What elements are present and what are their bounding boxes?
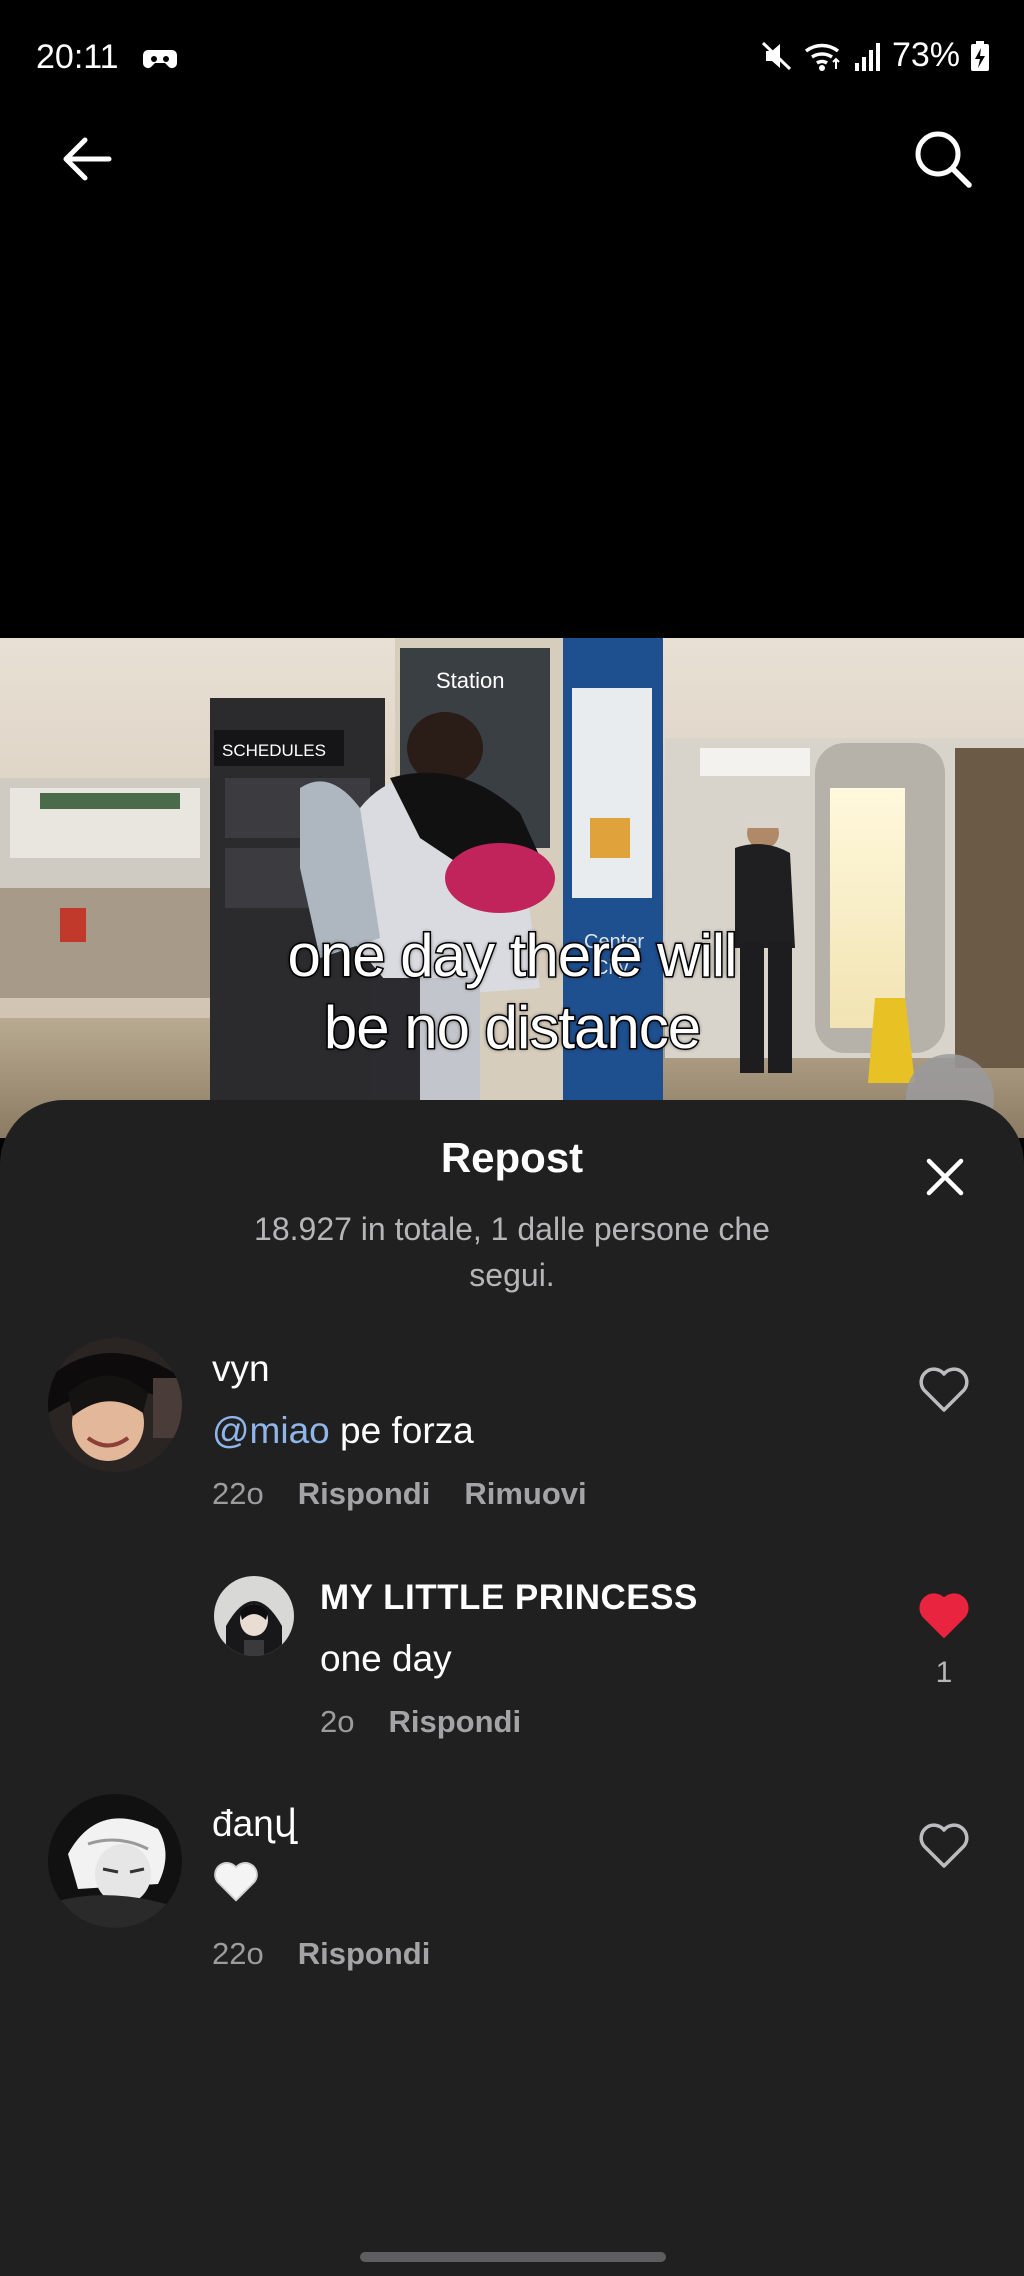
comment-item: vyn @miao pe forza 22o Rispondi Rimuovi — [0, 1338, 1024, 1511]
comment-meta: 22o Rispondi Rimuovi — [212, 1476, 587, 1512]
repost-sheet: Repost 18.927 in totale, 1 dalle persone… — [0, 1100, 1024, 2276]
remove-button[interactable]: Rimuovi — [464, 1476, 586, 1512]
reply-button[interactable]: Rispondi — [298, 1476, 431, 1512]
status-time: 20:11 — [36, 38, 119, 76]
comment-time: 22o — [212, 1936, 264, 1971]
station-sign: Station — [436, 668, 505, 693]
like-button[interactable] — [914, 1360, 974, 1420]
comment-time: 22o — [212, 1476, 264, 1511]
wifi-icon — [804, 43, 840, 71]
comment-time: 2o — [320, 1704, 355, 1739]
signal-icon — [854, 42, 880, 71]
battery-charging-icon — [971, 40, 989, 71]
status-bar: 20:11 73% — [0, 0, 1024, 118]
status-icons: 73% — [760, 36, 990, 75]
search-button[interactable] — [908, 124, 978, 194]
comment-meta: 2o Rispondi — [320, 1704, 521, 1740]
heart-outline-icon — [919, 1367, 969, 1412]
like-count: 1 — [935, 1656, 953, 1689]
comment-item: đaɳվ 🤍 22o Rispondi — [0, 1794, 1024, 1971]
comment-meta: 22o Rispondi — [212, 1936, 430, 1972]
arrow-left-icon — [63, 137, 112, 181]
comment-text: @miao pe forza — [212, 1410, 474, 1452]
like-button[interactable] — [914, 1586, 974, 1646]
reply-button[interactable]: Rispondi — [298, 1936, 431, 1972]
white-heart-emoji-icon — [214, 1862, 258, 1902]
search-icon — [915, 131, 972, 188]
avatar-image — [48, 1794, 182, 1928]
avatar-image — [48, 1338, 182, 1472]
video-caption: one day there will be no distance — [0, 920, 1024, 1064]
game-controller-icon — [143, 50, 177, 68]
like-button[interactable] — [914, 1816, 974, 1876]
back-button[interactable] — [52, 124, 122, 194]
comment-body: one day — [320, 1638, 452, 1679]
mute-icon — [761, 41, 791, 70]
comment-username[interactable]: vyn — [212, 1348, 270, 1390]
video-caption-line-1: one day there will — [286, 921, 739, 991]
comment-body: pe forza — [329, 1410, 474, 1451]
video-caption-line-2: be no distance — [322, 993, 702, 1063]
battery-percentage: 73% — [891, 36, 960, 74]
avatar[interactable] — [48, 1338, 182, 1472]
video-player[interactable]: SCHEDULES Station Center City one day th… — [0, 638, 1024, 1138]
comment-text: 🤍 — [212, 1860, 260, 1913]
avatar[interactable] — [48, 1794, 182, 1928]
comment-username[interactable]: MY LITTLE PRINCESS — [320, 1578, 698, 1618]
avatar-image — [214, 1576, 294, 1656]
close-icon — [926, 1158, 964, 1196]
sheet-subtitle: 18.927 in totale, 1 dalle persone che se… — [254, 1211, 770, 1293]
comment-mention[interactable]: @miao — [212, 1410, 330, 1451]
reply-button[interactable]: Rispondi — [388, 1704, 521, 1740]
heart-outline-icon — [919, 1823, 969, 1868]
home-indicator[interactable] — [360, 2252, 666, 2262]
schedules-sign: SCHEDULES — [222, 741, 326, 760]
heart-filled-icon — [919, 1593, 969, 1638]
avatar[interactable] — [214, 1576, 294, 1656]
close-button[interactable] — [910, 1142, 980, 1212]
sheet-title: Repost — [440, 1134, 584, 1181]
comment-username[interactable]: đaɳվ — [212, 1802, 297, 1845]
reply-item: MY LITTLE PRINCESS one day 2o Rispondi 1 — [0, 1576, 1024, 1739]
